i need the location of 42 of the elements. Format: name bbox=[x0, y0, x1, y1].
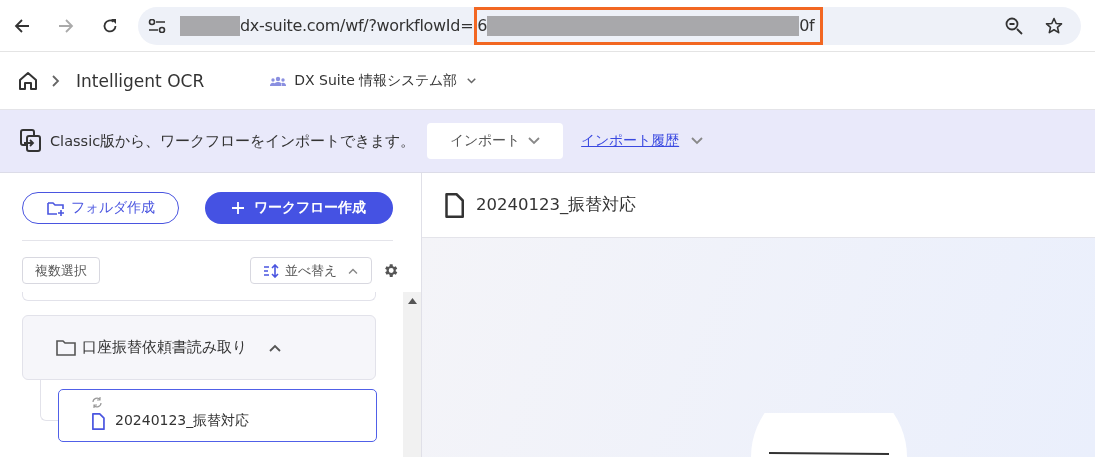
scrollbar[interactable] bbox=[403, 292, 421, 457]
import-history-link[interactable]: インポート履歴 bbox=[581, 132, 680, 150]
import-button[interactable]: インポート bbox=[427, 123, 564, 159]
chevron-down-icon bbox=[528, 137, 541, 145]
settings-icon[interactable] bbox=[382, 262, 399, 279]
create-workflow-button[interactable]: ワークフロー作成 bbox=[205, 192, 393, 224]
sync-icon bbox=[91, 397, 103, 408]
workflow-item[interactable]: 20240123_振替対応 bbox=[58, 389, 377, 442]
home-icon[interactable] bbox=[18, 70, 38, 91]
sort-button[interactable]: 並べ替え bbox=[250, 257, 372, 284]
folder-plus-icon bbox=[46, 200, 65, 216]
chevron-up-icon bbox=[348, 267, 358, 274]
caret-icon bbox=[467, 77, 477, 84]
tune-icon[interactable] bbox=[148, 18, 166, 33]
url-text: 0f bbox=[799, 16, 815, 35]
import-icon bbox=[20, 129, 42, 153]
app-name[interactable]: Intelligent OCR bbox=[76, 70, 205, 91]
workspace-selector[interactable]: DX Suite 情報システム部 bbox=[270, 71, 477, 90]
chevron-down-icon[interactable] bbox=[691, 137, 704, 145]
multi-select-button[interactable]: 複数選択 bbox=[22, 257, 100, 284]
chevron-right-icon bbox=[52, 74, 60, 87]
scroll-up-icon bbox=[407, 298, 417, 304]
url-text: 6 bbox=[477, 16, 488, 35]
people-icon bbox=[270, 75, 287, 86]
create-folder-button[interactable]: フォルダ作成 bbox=[22, 192, 180, 224]
chevron-up-icon bbox=[269, 343, 281, 352]
redaction-block bbox=[180, 15, 240, 36]
back-arrow-icon[interactable] bbox=[14, 17, 30, 34]
file-icon bbox=[91, 412, 105, 430]
url-text: dx-suite.com/wf/?workflowId= bbox=[240, 16, 474, 35]
address-bar[interactable]: dx-suite.com/wf/?workflowId= 6 0f bbox=[138, 6, 1081, 45]
star-icon[interactable] bbox=[1045, 16, 1063, 35]
workflow-title: 20240123_振替対応 bbox=[476, 194, 637, 216]
sort-icon bbox=[263, 263, 279, 278]
file-icon bbox=[444, 192, 464, 218]
zoom-icon[interactable] bbox=[1005, 16, 1023, 35]
plus-icon bbox=[232, 202, 245, 214]
workflow-name: 20240123_振替対応 bbox=[115, 412, 250, 430]
folder-icon bbox=[56, 339, 76, 356]
banner-message: Classic版から、ワークフローをインポートできます。 bbox=[50, 131, 416, 151]
folder-item[interactable]: 口座振替依頼書読み取り bbox=[22, 315, 376, 380]
reload-icon[interactable] bbox=[102, 17, 118, 34]
